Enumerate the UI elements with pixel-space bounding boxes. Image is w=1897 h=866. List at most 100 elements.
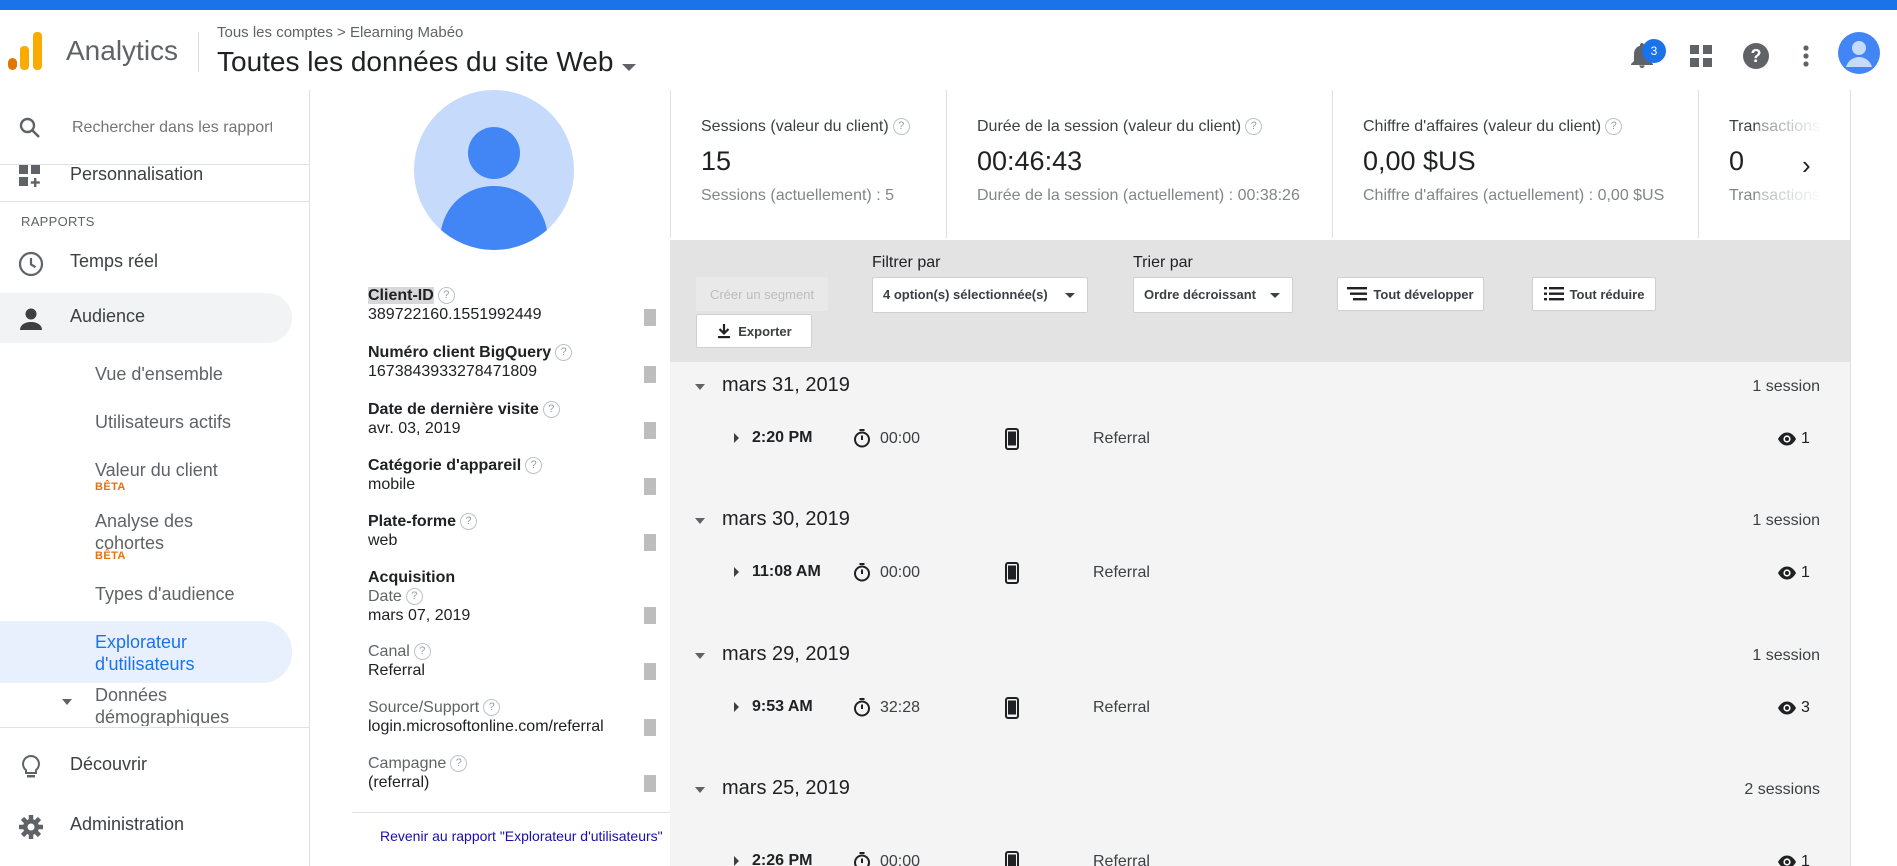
- app-name[interactable]: Analytics: [66, 35, 178, 67]
- nav-audience-types[interactable]: Types d'audience: [95, 583, 235, 605]
- nav-discover[interactable]: Découvrir: [0, 741, 310, 791]
- caret-down-icon[interactable]: [622, 64, 636, 71]
- caret-down-icon: [1065, 293, 1075, 298]
- export-button[interactable]: Exporter: [696, 314, 812, 348]
- more-vert-icon[interactable]: [1790, 40, 1822, 72]
- copy-handle[interactable]: [644, 366, 656, 383]
- session-duration: 00:00: [880, 853, 921, 866]
- help-icon[interactable]: ?: [1245, 118, 1263, 136]
- mobile-phone-icon: [1005, 851, 1019, 866]
- expand-caret-icon[interactable]: [62, 699, 72, 705]
- copy-handle[interactable]: [644, 607, 656, 624]
- field-last-visit: Date de dernière visite? avr. 03, 2019: [368, 401, 668, 438]
- mobile-phone-icon: [1005, 428, 1019, 450]
- help-icon[interactable]: ?: [437, 287, 455, 305]
- metric-value: 0,00 $US: [1363, 146, 1476, 176]
- breadcrumb[interactable]: Tous les comptes > Elearning Mabéo: [217, 24, 463, 41]
- session-source: Referral: [1093, 699, 1150, 716]
- day-group-header[interactable]: mars 25, 2019 2 sessions: [670, 765, 1850, 815]
- session-row[interactable]: 11:08 AM 00:00 Referral 1: [670, 553, 1850, 593]
- view-selector[interactable]: Toutes les données du site Web: [217, 46, 613, 78]
- help-icon[interactable]: ?: [450, 755, 468, 773]
- nav-active-users[interactable]: Utilisateurs actifs: [95, 411, 231, 433]
- metric-value: 0: [1729, 146, 1745, 176]
- metric-sessions: Sessions (valeur du client)? 15 Sessions…: [671, 90, 947, 238]
- copy-handle[interactable]: [644, 534, 656, 551]
- day-group-header[interactable]: mars 30, 2019 1 session: [670, 496, 1850, 546]
- day-session-count: 2 sessions: [1744, 781, 1820, 798]
- copy-handle[interactable]: [644, 478, 656, 495]
- help-icon[interactable]: ?: [405, 588, 423, 606]
- session-time: 2:20 PM: [752, 429, 813, 446]
- session-source: Referral: [1093, 564, 1150, 581]
- nav-overview[interactable]: Vue d'ensemble: [95, 363, 223, 385]
- metric-revenue: Chiffre d'affaires (valeur du client)? 0…: [1333, 90, 1699, 238]
- acquisition-section: Acquisition: [368, 569, 668, 587]
- help-icon[interactable]: ?: [555, 344, 573, 362]
- nav-customer-value[interactable]: Valeur du client BÊTA: [95, 459, 218, 493]
- session-time: 11:08 AM: [752, 563, 821, 580]
- search-icon[interactable]: [18, 116, 42, 140]
- day-group-header[interactable]: mars 29, 2019 1 session: [670, 631, 1850, 681]
- notification-count-badge: 3: [1642, 39, 1666, 63]
- collapse-all-button[interactable]: Tout réduire: [1532, 277, 1656, 311]
- help-icon[interactable]: ?: [892, 118, 910, 136]
- session-row[interactable]: 9:53 AM 32:28 Referral 3: [670, 688, 1850, 728]
- acquisition-title: Acquisition: [368, 569, 456, 586]
- copy-handle[interactable]: [644, 719, 656, 736]
- collapse-caret-icon: [695, 384, 705, 390]
- field-label: Date de dernière visite: [368, 401, 539, 418]
- user-avatar-icon: [414, 90, 574, 250]
- panel-divider: [352, 812, 670, 813]
- copy-handle[interactable]: [644, 422, 656, 439]
- nav-administration-label: Administration: [70, 814, 185, 834]
- sessions-toolbar: Créer un segment Exporter Filtrer par 4 …: [670, 240, 1850, 362]
- help-icon[interactable]: ?: [1740, 40, 1772, 72]
- nav-personalisation[interactable]: Personnalisation: [0, 158, 310, 202]
- metric-label: Chiffre d'affaires (valeur du client): [1363, 118, 1602, 135]
- nav-audience[interactable]: Audience: [0, 293, 310, 343]
- page-scrollbar[interactable]: [1850, 90, 1897, 866]
- session-row[interactable]: 2:26 PM 00:00 Referral 1: [670, 842, 1850, 866]
- help-icon[interactable]: ?: [542, 401, 560, 419]
- analytics-logo-icon[interactable]: [8, 32, 42, 70]
- help-icon[interactable]: ?: [413, 643, 431, 661]
- field-value: mars 07, 2019: [368, 607, 471, 624]
- back-to-user-explorer-link[interactable]: Revenir au rapport "Explorateur d'utilis…: [380, 828, 663, 844]
- help-icon[interactable]: ?: [525, 457, 543, 475]
- sort-select[interactable]: Ordre décroissant: [1133, 277, 1293, 313]
- day-date: mars 30, 2019: [722, 508, 850, 530]
- sort-select-value: Ordre décroissant: [1144, 287, 1256, 302]
- copy-handle[interactable]: [644, 775, 656, 792]
- account-avatar[interactable]: [1838, 32, 1880, 74]
- help-icon[interactable]: ?: [1605, 118, 1623, 136]
- day-group-header[interactable]: mars 31, 2019 1 session: [670, 362, 1850, 412]
- expand-caret-icon: [734, 567, 739, 577]
- stopwatch-icon: [854, 698, 870, 717]
- expand-all-button[interactable]: Tout développer: [1337, 277, 1484, 311]
- field-label: Canal: [368, 643, 410, 660]
- session-row[interactable]: 2:20 PM 00:00 Referral 1: [670, 419, 1850, 459]
- nav-cohort-analysis[interactable]: Analyse des cohortes BÊTA: [95, 510, 255, 562]
- apps-grid-icon[interactable]: [1685, 40, 1717, 72]
- field-bigquery-id: Numéro client BigQuery? 1673843933278471…: [368, 344, 668, 381]
- chevron-right-icon[interactable]: ›: [1802, 150, 1811, 181]
- copy-handle[interactable]: [644, 309, 656, 326]
- metric-label: Sessions (valeur du client): [701, 118, 889, 135]
- session-time: 9:53 AM: [752, 698, 813, 715]
- field-device-category: Catégorie d'appareil? mobile: [368, 457, 668, 494]
- copy-handle[interactable]: [644, 663, 656, 680]
- filter-select[interactable]: 4 option(s) sélectionnée(s): [872, 277, 1088, 313]
- nav-realtime[interactable]: Temps réel: [0, 238, 310, 288]
- nav-administration[interactable]: Administration: [0, 801, 310, 851]
- nav-user-explorer[interactable]: Explorateur d'utilisateurs: [95, 631, 255, 675]
- nav-demographics[interactable]: Données démographiques: [95, 684, 275, 726]
- collapse-caret-icon: [695, 787, 705, 793]
- help-icon[interactable]: ?: [483, 699, 501, 717]
- search-input[interactable]: [72, 114, 272, 142]
- expand-caret-icon: [734, 702, 739, 712]
- search-row: [0, 90, 310, 165]
- field-acq-source: Source/Support? login.microsoftonline.co…: [368, 699, 668, 736]
- create-segment-button[interactable]: Créer un segment: [696, 277, 828, 311]
- help-icon[interactable]: ?: [460, 513, 478, 531]
